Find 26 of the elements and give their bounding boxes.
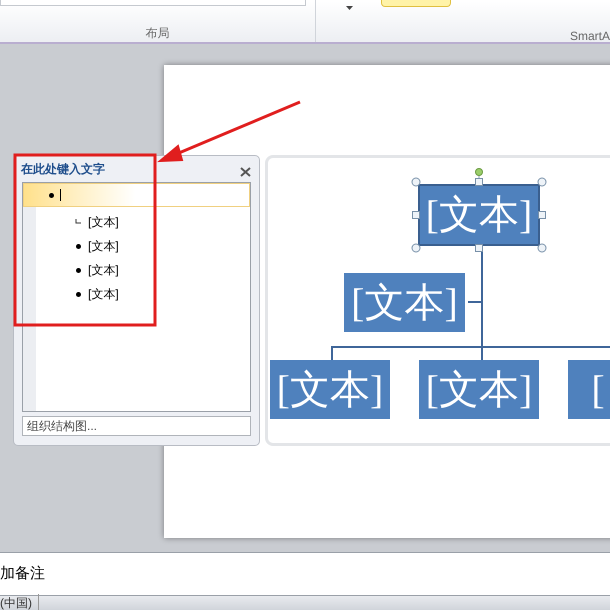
text-list-box[interactable]: [文本] [文本] [文本] [文本] xyxy=(22,182,251,412)
diagram-type-link[interactable]: 组织结构图... xyxy=(22,416,251,436)
diagram-node[interactable]: [文本] xyxy=(344,273,465,332)
close-icon[interactable] xyxy=(240,167,251,177)
list-item[interactable]: [文本] xyxy=(88,285,119,303)
group-label: 布局 xyxy=(145,25,170,42)
list-item[interactable]: [文本] xyxy=(88,261,119,279)
bullet-icon xyxy=(76,268,81,272)
language-status[interactable]: (中国) xyxy=(0,594,39,610)
group-label: SmartA xyxy=(570,28,610,45)
style-thumbnail-button[interactable] xyxy=(380,0,451,7)
text-cursor-icon xyxy=(60,189,61,201)
diagram-node[interactable]: [文本] xyxy=(419,360,539,419)
style-gallery-field[interactable] xyxy=(0,0,306,6)
selection-handles-icon[interactable] xyxy=(411,167,547,253)
bullet-icon xyxy=(49,192,54,198)
list-item[interactable]: [文本] xyxy=(88,237,119,255)
bullet-icon xyxy=(76,292,81,296)
diagram-node[interactable]: [ xyxy=(568,360,610,419)
diagram-node[interactable]: [文本] xyxy=(270,360,390,419)
bullet-icon xyxy=(76,244,81,248)
diagram-node[interactable]: [文本] xyxy=(418,184,540,246)
list-item[interactable]: [文本] xyxy=(88,213,119,231)
dropdown-caret-icon[interactable] xyxy=(346,6,353,10)
notes-field[interactable]: 加备注 xyxy=(0,552,610,596)
pane-title: 在此处键入文字 xyxy=(21,161,105,178)
